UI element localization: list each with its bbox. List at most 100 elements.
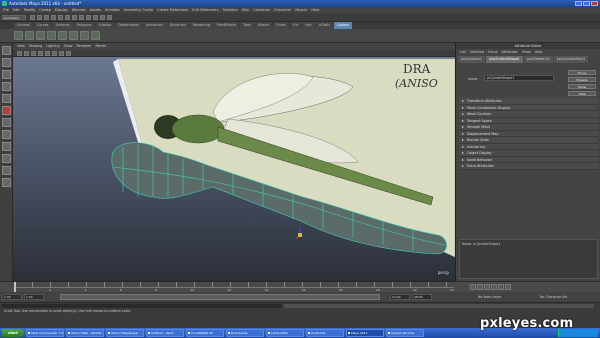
shelf-tab-toon[interactable]: Toon bbox=[240, 22, 254, 29]
smooth-shade-icon[interactable] bbox=[31, 51, 36, 56]
isolate-icon[interactable] bbox=[59, 51, 64, 56]
shelf-tab-fur[interactable]: Fur bbox=[289, 22, 302, 29]
lights-icon[interactable] bbox=[45, 51, 50, 56]
select-hierarchy-icon[interactable] bbox=[51, 15, 56, 20]
shelf-tab-fluids[interactable]: Fluids bbox=[273, 22, 289, 29]
shelf-tab-painteffects[interactable]: PaintEffects bbox=[213, 22, 240, 29]
ae-tab-tweak[interactable]: polyTweakUV1 bbox=[523, 56, 553, 63]
node-name-field[interactable]: pCylinderShape1 bbox=[484, 75, 554, 81]
select-object-icon[interactable] bbox=[58, 15, 63, 20]
taskbar-item[interactable]: Yahoo! Messenger bbox=[106, 329, 144, 337]
close-button[interactable] bbox=[591, 1, 598, 6]
four-view-layout-icon[interactable] bbox=[2, 154, 11, 163]
panel-menu-view[interactable]: View bbox=[17, 43, 25, 50]
panel-menu-lighting[interactable]: Lighting bbox=[46, 43, 59, 50]
grid-icon[interactable] bbox=[66, 51, 71, 56]
shelf-tab-dynamics[interactable]: Dynamics bbox=[166, 22, 190, 29]
extrude-icon[interactable] bbox=[69, 31, 78, 40]
camera-icon[interactable] bbox=[17, 51, 22, 56]
poly-sphere-icon[interactable] bbox=[25, 31, 34, 40]
render-icon[interactable] bbox=[93, 15, 98, 20]
poly-cube-icon[interactable] bbox=[14, 31, 23, 40]
scale-tool-icon[interactable] bbox=[2, 106, 11, 115]
select-component-icon[interactable] bbox=[65, 15, 70, 20]
panel-menu-shading[interactable]: Shading bbox=[29, 43, 42, 50]
lasso-tool-icon[interactable] bbox=[2, 58, 11, 67]
menu-set-selector[interactable]: Animation bbox=[2, 15, 26, 20]
end-time-field[interactable]: 48.00 bbox=[412, 294, 432, 300]
new-scene-icon[interactable] bbox=[30, 15, 35, 20]
ae-tab-transform[interactable]: polySurface1 bbox=[458, 56, 485, 63]
perspective-viewport[interactable]: DRA (ANISO Trachea persp bbox=[13, 57, 455, 281]
ae-tab-shape[interactable]: polySurfaceShape1 bbox=[485, 56, 523, 63]
ipr-render-icon[interactable] bbox=[100, 15, 105, 20]
panel-menu-renderer[interactable]: Renderer bbox=[76, 43, 91, 50]
shelf-tab-deformation[interactable]: Deformation bbox=[115, 22, 142, 29]
step-forward-icon[interactable] bbox=[498, 284, 504, 290]
shelf-tab-surfaces[interactable]: Surfaces bbox=[52, 22, 73, 29]
poly-plane-icon[interactable] bbox=[47, 31, 56, 40]
hide-button[interactable]: Hide bbox=[568, 91, 596, 96]
taskbar-item[interactable]: Yahoo! Mail - Mozilla bbox=[66, 329, 104, 337]
section-extra-attributes[interactable]: Extra Attributes bbox=[459, 163, 598, 170]
play-forward-icon[interactable] bbox=[491, 284, 497, 290]
xray-icon[interactable] bbox=[52, 51, 57, 56]
render-settings-icon[interactable] bbox=[107, 15, 112, 20]
go-to-end-icon[interactable] bbox=[505, 284, 511, 290]
single-view-layout-icon[interactable] bbox=[2, 142, 11, 151]
save-scene-icon[interactable] bbox=[44, 15, 49, 20]
shelf-tab-rendering[interactable]: Rendering bbox=[190, 22, 213, 29]
snap-point-icon[interactable] bbox=[86, 15, 91, 20]
minimize-button[interactable] bbox=[575, 1, 582, 6]
split-polygon-icon[interactable] bbox=[80, 31, 89, 40]
shelf-tab-muscle[interactable]: Muscle bbox=[254, 22, 273, 29]
start-button[interactable]: start bbox=[2, 329, 24, 337]
wireframe-icon[interactable] bbox=[24, 51, 29, 56]
maximize-button[interactable] bbox=[583, 1, 590, 6]
ae-menu-list[interactable]: List bbox=[460, 49, 466, 55]
insert-edge-loop-icon[interactable] bbox=[91, 31, 100, 40]
range-bar[interactable] bbox=[60, 294, 380, 300]
ae-menu-focus[interactable]: Focus bbox=[488, 49, 497, 55]
character-set-selector[interactable]: No Character Set bbox=[540, 294, 567, 300]
ae-menu-help[interactable]: Help bbox=[535, 49, 543, 55]
shelf-tab-polygons[interactable]: Polygons bbox=[73, 22, 95, 29]
show-button[interactable]: Show bbox=[568, 84, 596, 89]
play-backward-icon[interactable] bbox=[484, 284, 490, 290]
shelf-tab-ncloth[interactable]: nCloth bbox=[315, 22, 333, 29]
taskbar-item[interactable]: Total Commander 7.5 bbox=[26, 329, 64, 337]
notes-field[interactable]: Notes: pCylinderShape1 bbox=[459, 239, 598, 279]
shelf-tab-hair[interactable]: Hair bbox=[302, 22, 315, 29]
ae-menu-show[interactable]: Show bbox=[522, 49, 531, 55]
paint-select-tool-icon[interactable] bbox=[2, 70, 11, 79]
go-to-start-icon[interactable] bbox=[470, 284, 476, 290]
panel-menu-show[interactable]: Show bbox=[64, 43, 73, 50]
taskbar-item[interactable]: Downloads bbox=[226, 329, 264, 337]
snap-curve-icon[interactable] bbox=[79, 15, 84, 20]
anim-layer-selector[interactable]: No Anim Layer bbox=[478, 294, 501, 300]
time-slider[interactable]: 1 2 4 6 8 10 12 14 16 18 20 22 24 bbox=[0, 281, 600, 293]
taskbar-item[interactable]: Anatomia bbox=[306, 329, 344, 337]
open-scene-icon[interactable] bbox=[37, 15, 42, 20]
playback-end-field[interactable]: 24.00 bbox=[390, 294, 410, 300]
taskbar-item[interactable]: Output Window bbox=[386, 329, 424, 337]
persp-outliner-layout-icon[interactable] bbox=[2, 166, 11, 175]
panel-menu-panels[interactable]: Panels bbox=[96, 43, 107, 50]
persp-graph-layout-icon[interactable] bbox=[2, 178, 11, 187]
presets-button[interactable]: Presets bbox=[568, 77, 596, 82]
select-tool-icon[interactable] bbox=[2, 46, 11, 55]
focus-button[interactable]: Focus bbox=[568, 70, 596, 75]
shelf-tab-subdivs[interactable]: Subdivs bbox=[95, 22, 115, 29]
taskbar-item[interactable]: CorelDRAW X5 bbox=[186, 329, 224, 337]
scale-manipulator[interactable] bbox=[295, 227, 302, 240]
shelf-tab-general[interactable]: General bbox=[14, 22, 33, 29]
playback-start-field[interactable]: 1.00 bbox=[24, 294, 44, 300]
snap-grid-icon[interactable] bbox=[72, 15, 77, 20]
ae-tab-smooth[interactable]: polySmoothFace1 bbox=[553, 56, 589, 63]
move-tool-icon[interactable] bbox=[2, 82, 11, 91]
manipulator-tool-icon[interactable] bbox=[2, 118, 11, 127]
poly-cylinder-icon[interactable] bbox=[36, 31, 45, 40]
ae-menu-attributes[interactable]: Attributes bbox=[501, 49, 517, 55]
taskbar-item[interactable]: Untitled - Paint bbox=[146, 329, 184, 337]
smooth-icon[interactable] bbox=[58, 31, 67, 40]
